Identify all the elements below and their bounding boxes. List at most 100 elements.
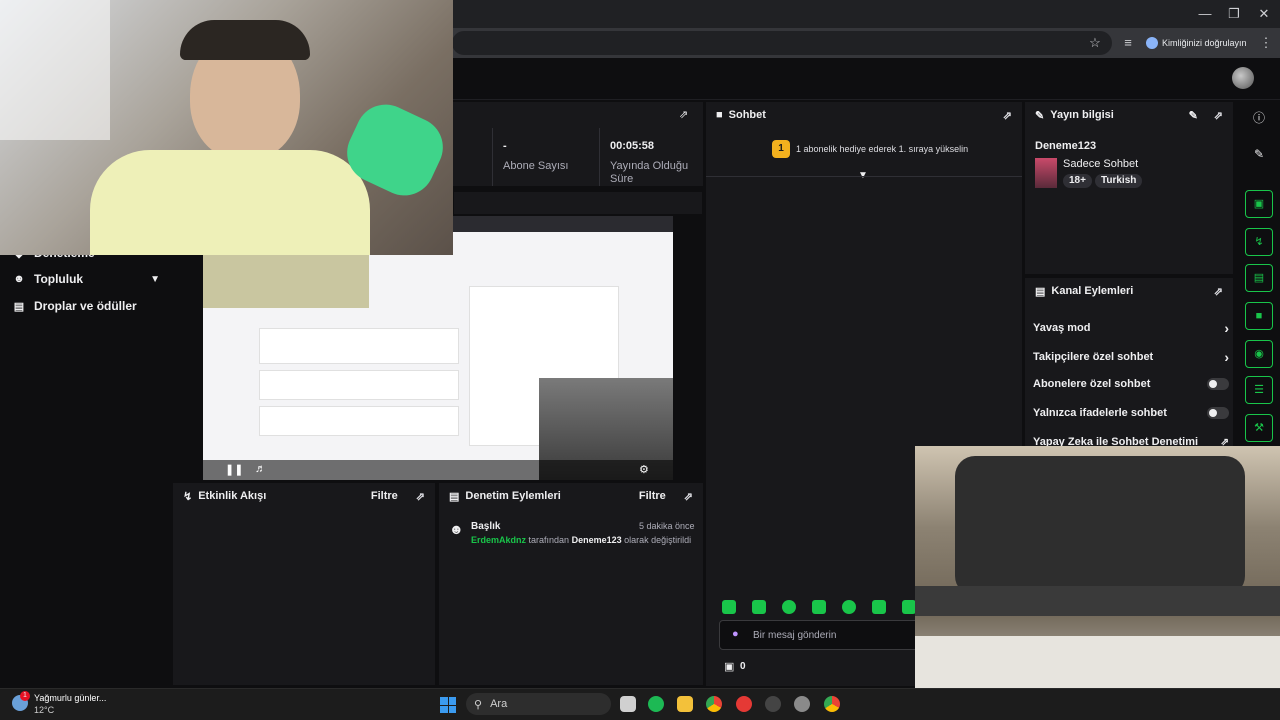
stream-preview-video[interactable]: ❚❚ ♬ ⚙: [203, 216, 673, 480]
chair-base: [915, 586, 1280, 616]
minimize-icon[interactable]: —: [1195, 5, 1215, 23]
preview-card: [259, 328, 459, 364]
sidebar-item-label: Droplar ve ödüller: [34, 299, 137, 313]
streamer-shirt: [90, 150, 370, 255]
media-player-icon[interactable]: [736, 696, 752, 712]
activity-filter-button[interactable]: Filtre: [371, 490, 398, 502]
slow-mode-row[interactable]: Yavaş mod ›: [1033, 320, 1229, 336]
task-view-icon[interactable]: [620, 696, 636, 712]
document-icon: ▤: [449, 490, 460, 503]
edit-pencil-icon[interactable]: ✎: [1189, 109, 1198, 122]
mod-actions-title: Denetim Eylemleri: [465, 490, 561, 502]
rank-badge: 1: [772, 140, 790, 158]
mod-filter-button[interactable]: Filtre: [639, 490, 666, 502]
taskbar-search[interactable]: ⚲ Ara: [466, 693, 611, 715]
stream-info-panel: ✎ Yayın bilgisi ✎ ⇗ Deneme123 Sadece Soh…: [1024, 101, 1234, 275]
start-button[interactable]: [440, 697, 456, 713]
stream-category[interactable]: Sadece Sohbet: [1063, 158, 1138, 170]
emote-icon[interactable]: [752, 600, 766, 614]
sidebar-item-drops[interactable]: ▤ Droplar ve ödüller: [12, 299, 137, 313]
emote-icon[interactable]: [842, 600, 856, 614]
subscribers-only-toggle[interactable]: [1207, 378, 1229, 390]
chat-message-input[interactable]: ● Bir mesaj gönderin: [719, 620, 919, 650]
popout-icon[interactable]: ⇗: [416, 490, 425, 503]
chat-input-placeholder: Bir mesaj gönderin: [753, 630, 837, 641]
mod-actions-header: ▤ Denetim Eylemleri Filtre ⇗: [439, 483, 703, 509]
popout-icon[interactable]: ⇗: [1003, 109, 1012, 122]
emote-icon[interactable]: [872, 600, 886, 614]
popout-icon[interactable]: ⇗: [1214, 285, 1223, 298]
media-controls-icon[interactable]: ≡: [1118, 33, 1138, 53]
chair-back: [955, 456, 1245, 596]
microphone-icon[interactable]: ●: [732, 628, 739, 640]
sub-gift-leaderboard-promo[interactable]: 1 abonelik hediye ederek 1. sıraya yükse…: [796, 144, 968, 154]
user-avatar[interactable]: [1232, 67, 1254, 89]
subscribers-only-row: Abonelere özel sohbet: [1033, 378, 1229, 390]
subscriber-count: - Abone Sayısı: [503, 140, 568, 173]
gift-icon: ▤: [13, 300, 25, 313]
settings-gear-icon[interactable]: [794, 696, 810, 712]
emote-icon[interactable]: [782, 600, 796, 614]
mod-entry-user[interactable]: ErdemAkdnz: [471, 535, 526, 545]
pencil-icon[interactable]: ✎: [1245, 140, 1273, 168]
marker-button[interactable]: ▤: [1245, 264, 1273, 292]
activity-feed-title: Etkinlik Akışı: [198, 490, 267, 502]
channel-points-count: 0: [740, 661, 746, 672]
chevron-down-icon: ▼: [150, 273, 160, 285]
windows-taskbar: 1 Yağmurlu günler... 12°C: [0, 688, 1280, 720]
wrench-button[interactable]: ⚒: [1245, 414, 1273, 442]
volume-icon[interactable]: ♬: [255, 463, 266, 475]
chevron-right-icon: ›: [1224, 320, 1229, 336]
profile-verify-button[interactable]: Kimliğinizi doğrulayın: [1146, 33, 1248, 53]
chat-settings-button[interactable]: ■: [1245, 302, 1273, 330]
popout-icon[interactable]: ⇗: [679, 108, 688, 121]
broadcast-button[interactable]: ◉: [1245, 340, 1273, 368]
weather-temp: 12°C: [34, 705, 55, 715]
sidebar-item-community[interactable]: ☻ Topluluk ▼: [12, 272, 160, 286]
mod-entry-text: ErdemAkdnz tarafından Deneme123 olarak d…: [471, 535, 691, 545]
file-explorer-icon[interactable]: [677, 696, 693, 712]
channel-actions-panel: ▤ Kanal Eylemleri ⇗ Yavaş mod › Takipçil…: [1024, 277, 1234, 448]
profile-avatar-icon: [1146, 37, 1158, 49]
chat-bubble-icon: ■: [716, 109, 723, 121]
emote-only-toggle[interactable]: [1207, 407, 1229, 419]
chrome-icon[interactable]: [824, 696, 840, 712]
emote-icon[interactable]: [722, 600, 736, 614]
github-icon[interactable]: [765, 696, 781, 712]
taskbar-search-placeholder: Ara: [490, 698, 508, 710]
stream-info-header: ✎ Yayın bilgisi ✎ ⇗: [1025, 102, 1233, 128]
popout-icon[interactable]: ⇗: [684, 490, 693, 503]
chrome-icon[interactable]: [706, 696, 722, 712]
chevron-right-icon: ›: [1224, 349, 1229, 365]
emote-icon[interactable]: [902, 600, 916, 614]
address-bar[interactable]: [452, 31, 1112, 55]
search-icon: ⚲: [474, 698, 483, 711]
tag-pill[interactable]: 18+: [1063, 174, 1092, 188]
close-icon[interactable]: ✕: [1254, 5, 1274, 23]
browser-menu-icon[interactable]: ⋮: [1256, 33, 1276, 53]
followers-only-row[interactable]: Takipçilere özel sohbet ›: [1033, 349, 1229, 365]
action-label: Abonelere özel sohbet: [1033, 378, 1151, 390]
popout-icon[interactable]: ⇗: [1214, 109, 1223, 122]
spotify-icon[interactable]: [648, 696, 664, 712]
store-icon[interactable]: ▣: [724, 660, 734, 673]
ad-break-button[interactable]: ↯: [1245, 228, 1273, 256]
restore-icon[interactable]: ❐: [1224, 5, 1244, 23]
clip-button[interactable]: ▣: [1245, 190, 1273, 218]
emote-icon[interactable]: [812, 600, 826, 614]
chat-header: ■ Sohbet ⇗: [706, 102, 1022, 128]
mod-entry-value: Deneme123: [571, 535, 622, 545]
bookmark-star-icon[interactable]: ☆: [1085, 33, 1105, 53]
second-camera-overlay: [915, 446, 1280, 720]
raid-button[interactable]: ☰: [1245, 376, 1273, 404]
action-label: Yalnızca ifadelerle sohbet: [1033, 407, 1167, 419]
mod-entry-tail: olarak değiştirildi: [624, 535, 692, 545]
settings-icon[interactable]: ⚙: [639, 463, 649, 476]
action-label: Takipçilere özel sohbet: [1033, 351, 1154, 363]
webcam-overlay: [0, 0, 453, 255]
info-icon[interactable]: ⓘ: [1245, 104, 1273, 132]
pause-icon[interactable]: ❚❚: [225, 463, 243, 476]
tag-pill[interactable]: Turkish: [1095, 174, 1143, 188]
profile-verify-label: Kimliğinizi doğrulayın: [1162, 38, 1247, 48]
mod-entry-time: 5 dakika önce: [639, 521, 695, 531]
